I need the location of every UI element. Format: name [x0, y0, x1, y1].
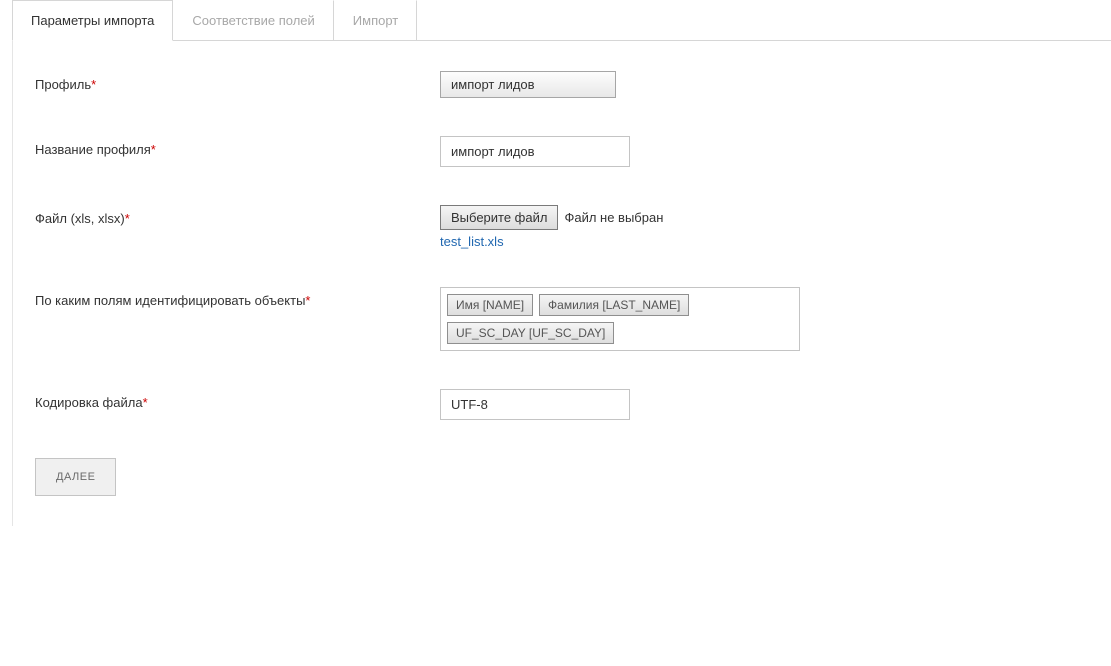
label-identify-fields-text: По каким полям идентифицировать объекты — [35, 293, 305, 308]
row-profile: Профиль* импорт лидов — [35, 71, 1099, 98]
file-status-text: Файл не выбран — [564, 210, 663, 225]
required-mark: * — [91, 77, 96, 92]
required-mark: * — [125, 211, 130, 226]
file-picker-row: Выберите файл Файл не выбран — [440, 205, 1099, 230]
row-profile-name: Название профиля* — [35, 136, 1099, 167]
control-identify-fields: Имя [NAME] Фамилия [LAST_NAME] UF_SC_DAY… — [440, 287, 1099, 351]
label-file-text: Файл (xls, xlsx) — [35, 211, 125, 226]
profile-name-input[interactable] — [440, 136, 630, 167]
label-file: Файл (xls, xlsx)* — [35, 205, 440, 226]
tag-name[interactable]: Имя [NAME] — [447, 294, 533, 316]
label-profile-name: Название профиля* — [35, 136, 440, 157]
next-button[interactable]: ДАЛЕЕ — [35, 458, 116, 496]
file-link[interactable]: test_list.xls — [440, 234, 1099, 249]
profile-select[interactable]: импорт лидов — [440, 71, 616, 98]
row-submit: ДАЛЕЕ — [35, 458, 1099, 496]
label-encoding-text: Кодировка файла — [35, 395, 143, 410]
label-encoding: Кодировка файла* — [35, 389, 440, 410]
tabs-bar: Параметры импорта Соответствие полей Имп… — [12, 0, 1111, 41]
row-identify-fields: По каким полям идентифицировать объекты*… — [35, 287, 1099, 351]
label-profile-name-text: Название профиля — [35, 142, 151, 157]
required-mark: * — [151, 142, 156, 157]
label-profile: Профиль* — [35, 71, 440, 92]
row-file: Файл (xls, xlsx)* Выберите файл Файл не … — [35, 205, 1099, 249]
control-profile-name — [440, 136, 1099, 167]
label-profile-text: Профиль — [35, 77, 91, 92]
control-file: Выберите файл Файл не выбран test_list.x… — [440, 205, 1099, 249]
tab-import[interactable]: Импорт — [334, 0, 417, 40]
file-choose-button[interactable]: Выберите файл — [440, 205, 558, 230]
identify-fields-tagbox[interactable]: Имя [NAME] Фамилия [LAST_NAME] UF_SC_DAY… — [440, 287, 800, 351]
control-encoding — [440, 389, 1099, 420]
required-mark: * — [143, 395, 148, 410]
form-body: Профиль* импорт лидов Название профиля* … — [12, 41, 1111, 526]
import-form-container: Параметры импорта Соответствие полей Имп… — [0, 0, 1111, 526]
tab-field-mapping[interactable]: Соответствие полей — [173, 0, 333, 40]
required-mark: * — [305, 293, 310, 308]
tab-import-params[interactable]: Параметры импорта — [12, 0, 173, 41]
label-identify-fields: По каким полям идентифицировать объекты* — [35, 287, 440, 308]
encoding-input[interactable] — [440, 389, 630, 420]
tag-lastname[interactable]: Фамилия [LAST_NAME] — [539, 294, 689, 316]
row-encoding: Кодировка файла* — [35, 389, 1099, 420]
tag-uf-sc-day[interactable]: UF_SC_DAY [UF_SC_DAY] — [447, 322, 614, 344]
control-profile: импорт лидов — [440, 71, 1099, 98]
